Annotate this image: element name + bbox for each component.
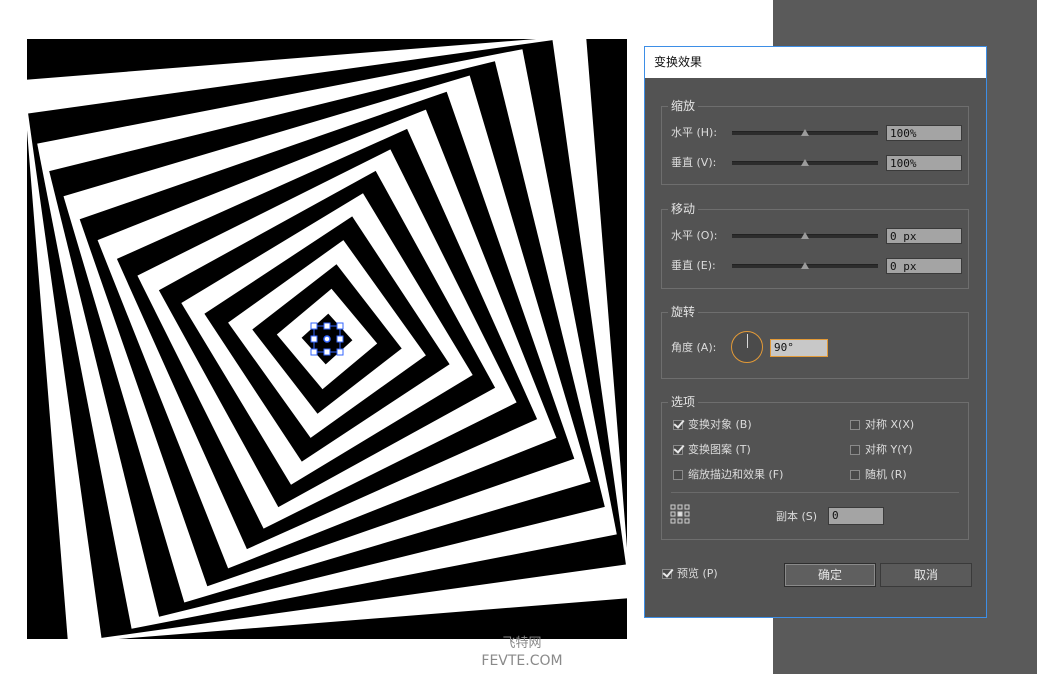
selection-handle[interactable] (310, 335, 318, 343)
selection-handle[interactable] (323, 348, 331, 356)
preview-checkbox[interactable] (662, 569, 672, 579)
reference-point-cell[interactable] (684, 511, 690, 517)
dialog-title[interactable]: 变换效果 (645, 47, 986, 78)
transform-patterns-checkbox[interactable] (673, 445, 683, 455)
selection-handle[interactable] (310, 322, 318, 330)
reference-point-cell[interactable] (677, 504, 683, 510)
scale-horizontal-label: 水平 (H): (671, 126, 718, 139)
reference-point-cell[interactable] (684, 504, 690, 510)
scale-strokes-label: 缩放描边和效果 (F) (688, 468, 784, 481)
random-label: 随机 (R) (865, 468, 907, 481)
selection-handle[interactable] (336, 335, 344, 343)
reference-point-cell[interactable] (670, 518, 676, 524)
preview-label: 预览 (P) (677, 567, 718, 580)
move-vertical-slider-thumb[interactable] (801, 262, 809, 269)
selection-handle[interactable] (336, 348, 344, 356)
reference-point-icon[interactable] (670, 504, 690, 524)
options-separator (671, 492, 959, 493)
selection-center-point[interactable] (323, 335, 331, 343)
copies-label: 副本 (S) (776, 510, 818, 523)
cancel-button[interactable]: 取消 (880, 563, 972, 587)
selection-handle[interactable] (336, 322, 344, 330)
move-group: 移动 水平 (O): 0 px 垂直 (E): 0 px (661, 201, 969, 289)
ok-button[interactable]: 确定 (784, 563, 876, 587)
reflect-y-checkbox[interactable] (850, 445, 860, 455)
scale-horizontal-input[interactable]: 100% (886, 125, 962, 141)
reflect-x-checkbox[interactable] (850, 420, 860, 430)
reference-point-cell[interactable] (677, 518, 683, 524)
angle-dial-needle (747, 334, 748, 348)
scale-vertical-slider-thumb[interactable] (801, 159, 809, 166)
scale-strokes-checkbox[interactable] (673, 470, 683, 480)
selection-handle[interactable] (310, 348, 318, 356)
transform-effect-dialog: 变换效果 缩放 水平 (H): 100% 垂直 (V): 100% 移动 水平 … (644, 46, 987, 618)
reflect-x-label: 对称 X(X) (865, 418, 915, 431)
scale-vertical-input[interactable]: 100% (886, 155, 962, 171)
move-group-title: 移动 (668, 201, 699, 217)
scale-group: 缩放 水平 (H): 100% 垂直 (V): 100% (661, 98, 969, 185)
rotate-angle-input[interactable]: 90° (770, 339, 828, 357)
rotate-group: 旋转 角度 (A): 90° (661, 304, 969, 379)
options-group: 选项 变换对象 (B) 对称 X(X) 变换图案 (T) 对称 Y(Y) 缩放描… (661, 394, 969, 540)
move-horizontal-slider-thumb[interactable] (801, 232, 809, 239)
options-group-title: 选项 (668, 394, 699, 410)
scale-group-title: 缩放 (668, 98, 699, 114)
move-vertical-input[interactable]: 0 px (886, 258, 962, 274)
scale-horizontal-slider-thumb[interactable] (801, 129, 809, 136)
watermark-text: 飞特网 (502, 636, 542, 651)
copies-input[interactable]: 0 (828, 507, 884, 525)
reference-point-cell[interactable] (684, 518, 690, 524)
reference-point-cell[interactable] (677, 511, 683, 517)
move-horizontal-input[interactable]: 0 px (886, 228, 962, 244)
angle-dial[interactable] (731, 331, 763, 363)
scale-vertical-label: 垂直 (V): (671, 156, 717, 169)
selection-handle[interactable] (323, 322, 331, 330)
move-vertical-label: 垂直 (E): (671, 259, 716, 272)
reflect-y-label: 对称 Y(Y) (865, 443, 913, 456)
reference-point-cell[interactable] (670, 504, 676, 510)
rotate-angle-label: 角度 (A): (671, 341, 717, 354)
transform-objects-checkbox[interactable] (673, 420, 683, 430)
reference-point-cell[interactable] (670, 511, 676, 517)
transform-patterns-label: 变换图案 (T) (688, 443, 751, 456)
rotate-group-title: 旋转 (668, 304, 699, 320)
random-checkbox[interactable] (850, 470, 860, 480)
move-horizontal-label: 水平 (O): (671, 229, 718, 242)
transform-objects-label: 变换对象 (B) (688, 418, 752, 431)
watermark-url: FEVTE.COM (481, 653, 563, 669)
